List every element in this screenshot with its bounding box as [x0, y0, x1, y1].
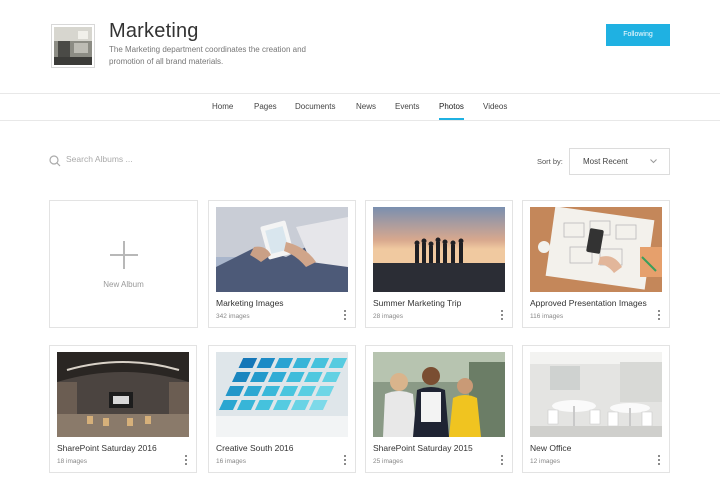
album-card[interactable]: New Office 12 images [522, 345, 670, 473]
more-options-icon[interactable] [498, 454, 506, 466]
album-card[interactable]: Summer Marketing Trip 28 images [365, 200, 513, 328]
tab-pages[interactable]: Pages [254, 102, 277, 111]
more-options-icon[interactable] [341, 454, 349, 466]
album-image-count: 16 images [216, 458, 246, 465]
more-options-icon[interactable] [655, 454, 663, 466]
more-options-icon[interactable] [182, 454, 190, 466]
album-image-count: 12 images [530, 458, 560, 465]
tab-home[interactable]: Home [212, 102, 233, 111]
album-image-count: 342 images [216, 313, 250, 320]
album-card[interactable]: Creative South 2016 16 images [208, 345, 356, 473]
site-header: Marketing The Marketing department coord… [0, 0, 720, 93]
tab-videos[interactable]: Videos [483, 102, 507, 111]
album-thumbnail[interactable] [530, 207, 662, 292]
sort-selected-value: Most Recent [583, 157, 628, 166]
album-image-count: 25 images [373, 458, 403, 465]
sort-label: Sort by: [537, 157, 563, 166]
top-nav: Home Pages Documents News Events Photos … [0, 93, 720, 121]
following-button[interactable]: Following [606, 24, 670, 46]
site-logo[interactable] [51, 24, 95, 68]
album-card[interactable]: Approved Presentation Images 116 images [522, 200, 670, 328]
album-title[interactable]: Marketing Images [216, 298, 284, 308]
tab-news[interactable]: News [356, 102, 376, 111]
more-options-icon[interactable] [498, 309, 506, 321]
sort-dropdown[interactable]: Most Recent [569, 148, 670, 175]
search-input[interactable] [66, 154, 236, 164]
tab-documents[interactable]: Documents [295, 102, 335, 111]
plus-icon [110, 241, 138, 269]
tab-events[interactable]: Events [395, 102, 419, 111]
album-thumbnail[interactable] [530, 352, 662, 437]
album-thumbnail[interactable] [216, 207, 348, 292]
search-icon [49, 155, 61, 167]
album-image-count: 28 images [373, 313, 403, 320]
album-title[interactable]: SharePoint Saturday 2015 [373, 443, 473, 453]
album-title[interactable]: Creative South 2016 [216, 443, 294, 453]
album-title[interactable]: SharePoint Saturday 2016 [57, 443, 157, 453]
album-search [49, 153, 249, 169]
album-title[interactable]: New Office [530, 443, 571, 453]
album-image-count: 18 images [57, 458, 87, 465]
more-options-icon[interactable] [655, 309, 663, 321]
album-thumbnail[interactable] [57, 352, 189, 437]
album-thumbnail[interactable] [373, 352, 505, 437]
new-album-label: New Album [103, 280, 144, 289]
site-description: The Marketing department coordinates the… [109, 45, 307, 66]
chevron-down-icon [650, 159, 657, 164]
new-album-card[interactable]: New Album [49, 200, 198, 328]
album-thumbnail[interactable] [373, 207, 505, 292]
more-options-icon[interactable] [341, 309, 349, 321]
tab-photos[interactable]: Photos [439, 102, 464, 111]
album-card[interactable]: Marketing Images 342 images [208, 200, 356, 328]
album-title[interactable]: Approved Presentation Images [530, 298, 647, 308]
album-title[interactable]: Summer Marketing Trip [373, 298, 461, 308]
album-card[interactable]: SharePoint Saturday 2015 25 images [365, 345, 513, 473]
album-card[interactable]: SharePoint Saturday 2016 18 images [49, 345, 197, 473]
active-tab-indicator [439, 118, 464, 120]
album-image-count: 116 images [530, 313, 564, 320]
site-title: Marketing [109, 20, 199, 42]
album-thumbnail[interactable] [216, 352, 348, 437]
